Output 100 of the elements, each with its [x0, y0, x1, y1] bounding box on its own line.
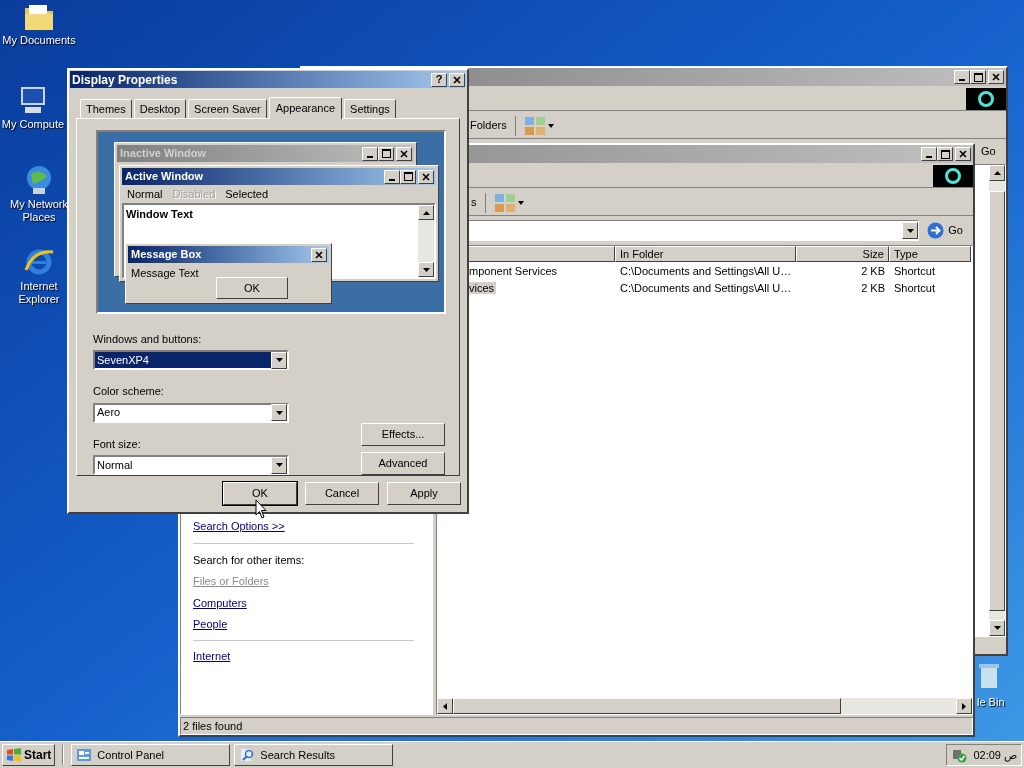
close-icon: [959, 150, 967, 158]
search-icon: [239, 747, 256, 763]
taskbar-button[interactable]: Control Panel: [71, 744, 231, 766]
caret-icon: [275, 463, 283, 467]
dropdown-field[interactable]: SevenXP4: [93, 350, 289, 370]
maximize-button[interactable]: [937, 147, 953, 161]
taskbar-button[interactable]: Search Results: [234, 744, 394, 766]
dropdown-field[interactable]: Aero: [93, 402, 289, 423]
minimize-icon: [367, 155, 373, 158]
close-icon: [992, 73, 1000, 81]
column-header[interactable]: Type: [889, 246, 971, 262]
dropdown-button[interactable]: [271, 351, 287, 369]
dropdown-button[interactable]: [271, 404, 287, 421]
tab[interactable]: Settings: [344, 99, 396, 118]
minimize-button[interactable]: [384, 169, 400, 184]
ring-logo-icon: [966, 87, 1006, 110]
maximize-icon: [403, 172, 413, 181]
close-button[interactable]: [988, 70, 1004, 84]
tab[interactable]: Themes: [80, 99, 132, 118]
dialog-button[interactable]: Cancel: [305, 482, 379, 505]
ring-logo-icon: [933, 164, 973, 187]
search-link[interactable]: People: [193, 616, 228, 633]
close-button[interactable]: [418, 169, 434, 184]
minimize-icon: [389, 178, 395, 181]
field-label: Font size:: [93, 436, 142, 452]
field-label: Color scheme:: [93, 384, 165, 399]
message-text: Message Text: [131, 266, 199, 281]
table-cell-text: C:\Documents and Settings\All U…: [619, 264, 793, 280]
windows-logo-icon: [6, 747, 22, 763]
left-arrow-icon: [443, 702, 447, 710]
caret-icon[interactable]: [547, 123, 554, 128]
close-icon: [453, 75, 461, 84]
right-arrow-icon: [962, 702, 966, 710]
maximize-icon: [381, 149, 391, 158]
close-icon: [422, 172, 430, 181]
maximize-button[interactable]: [378, 146, 394, 161]
maximize-button[interactable]: [970, 70, 986, 84]
table-cell-text: 2 KB: [860, 281, 886, 297]
dialog-button[interactable]: OK: [223, 482, 297, 505]
down-arrow-icon: [422, 267, 430, 272]
start-button[interactable]: Start: [2, 744, 56, 766]
tab[interactable]: Appearance: [268, 97, 343, 119]
search-options-link[interactable]: Search Options >>: [193, 518, 285, 535]
desktop-icon-label[interactable]: My Compute: [1, 118, 65, 131]
go-button[interactable]: Go: [923, 220, 967, 241]
dropdown-button[interactable]: [271, 456, 287, 474]
horizontal-scrollbar[interactable]: [437, 698, 972, 714]
table-cell-text: C:\Documents and Settings\All U…: [619, 281, 793, 297]
section-heading: Search for other items:: [193, 552, 306, 568]
up-arrow-icon: [993, 171, 1001, 175]
control-panel-icon: [76, 748, 93, 762]
table-cell-text: Shortcut: [893, 281, 936, 297]
clock[interactable]: 02:09 ص: [973, 746, 1017, 764]
ok-button[interactable]: OK: [216, 277, 288, 299]
vertical-scrollbar[interactable]: [989, 165, 1005, 636]
minimize-button[interactable]: [362, 146, 378, 161]
folders-button[interactable]: s: [471, 194, 477, 211]
maximize-icon: [940, 149, 950, 159]
caret-icon: [275, 358, 283, 362]
desktop-icon-label[interactable]: My Documents: [2, 34, 76, 47]
minimize-icon: [959, 79, 965, 81]
close-icon: [400, 149, 408, 158]
minimize-button[interactable]: [921, 147, 937, 161]
dropdown-button[interactable]: [902, 222, 919, 239]
close-icon: [315, 250, 323, 259]
down-arrow-icon: [993, 626, 1001, 630]
internet-link[interactable]: Internet: [193, 647, 231, 664]
dropdown-field[interactable]: Normal: [93, 455, 289, 475]
window-text: Window Text: [126, 208, 193, 220]
table-cell-text: 2 KB: [860, 264, 886, 280]
window-title: Inactive Window: [120, 146, 207, 162]
go-button[interactable]: Go: [978, 141, 1004, 162]
minimize-button[interactable]: [954, 70, 970, 84]
desktop-folder-icon[interactable]: [23, 2, 55, 32]
dialog-button[interactable]: Advanced: [361, 452, 445, 475]
minimize-icon: [926, 156, 932, 158]
tab[interactable]: Desktop: [133, 99, 187, 118]
window-title: Message Box: [131, 247, 202, 263]
window-title: Display Properties: [72, 71, 178, 89]
column-header[interactable]: Size: [796, 246, 889, 262]
caret-icon: [906, 228, 914, 233]
dialog-button[interactable]: Effects...: [361, 423, 445, 446]
help-button[interactable]: ?: [431, 72, 447, 87]
close-button[interactable]: [396, 146, 412, 161]
close-button[interactable]: [955, 147, 971, 161]
table-cell-text: Shortcut: [893, 264, 936, 280]
field-label: Windows and buttons:: [93, 331, 203, 347]
caret-icon: [275, 410, 283, 415]
close-button[interactable]: [449, 72, 465, 87]
folders-button[interactable]: Folders: [470, 117, 507, 134]
search-link[interactable]: Computers: [193, 594, 247, 611]
close-button[interactable]: [311, 247, 327, 262]
maximize-icon: [973, 72, 983, 82]
tab[interactable]: Screen Saver: [188, 99, 267, 118]
up-arrow-icon: [422, 210, 430, 215]
maximize-button[interactable]: [400, 169, 416, 184]
dialog-button[interactable]: Apply: [387, 482, 461, 505]
column-header[interactable]: In Folder: [615, 246, 796, 262]
status-text: 2 files found: [183, 718, 243, 734]
caret-icon[interactable]: [517, 200, 524, 205]
